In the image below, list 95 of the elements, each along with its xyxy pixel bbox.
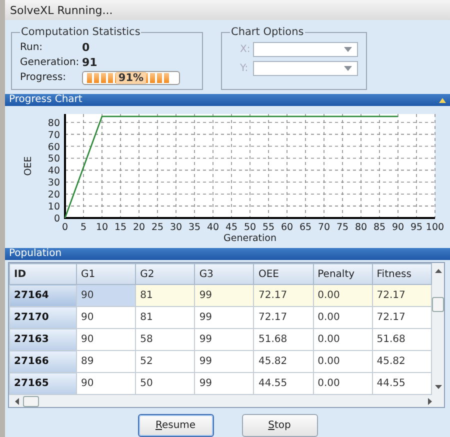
- field-value: 0: [82, 41, 90, 54]
- tick-label: 85: [373, 222, 386, 233]
- dropdown-label: Y:: [240, 63, 250, 74]
- tick-label: 70: [318, 222, 330, 233]
- table-cell: 89: [76, 350, 136, 372]
- table-cell: 58: [136, 328, 195, 350]
- action-button[interactable]: Resume: [138, 414, 214, 437]
- table-cell: 72.17: [372, 284, 432, 306]
- tick-label: 0: [62, 222, 68, 233]
- scroll-left-icon[interactable]: [15, 398, 19, 404]
- table-row[interactable]: 27170 90 81 99 72.17 0.00 72.17: [10, 306, 432, 328]
- scroll-down-icon[interactable]: [434, 385, 442, 389]
- tick-label: 60: [48, 142, 60, 153]
- tick-label: 40: [48, 166, 60, 177]
- caret-icon: [344, 66, 352, 71]
- column-header[interactable]: ID: [10, 264, 76, 284]
- tick-label: 70: [48, 130, 60, 141]
- tick-label: 20: [48, 190, 60, 201]
- row-header: 27166: [10, 350, 76, 372]
- tick-label: 20: [132, 222, 146, 233]
- column-header[interactable]: G2: [136, 264, 195, 284]
- field-label: Run:: [20, 42, 44, 53]
- section-title: Progress Chart: [9, 94, 82, 106]
- table-cell: 99: [194, 328, 254, 350]
- scroll-up-icon[interactable]: [434, 269, 442, 273]
- section-title: Population: [9, 248, 62, 260]
- table-cell: 99: [194, 306, 254, 328]
- table-cell: 45.82: [254, 350, 314, 372]
- tick-label: 60: [280, 222, 294, 233]
- tick-label: 100: [426, 222, 444, 233]
- table-cell: 52: [136, 350, 195, 372]
- tick-label: 10: [96, 222, 108, 233]
- table-cell: 81: [136, 284, 195, 306]
- collapse-icon[interactable]: [439, 98, 446, 102]
- tick-label: 50: [48, 154, 60, 165]
- column-header[interactable]: G1: [76, 264, 136, 284]
- table-cell: 99: [194, 284, 254, 306]
- table-cell: 72.17: [254, 306, 314, 328]
- dropdown-label: X:: [240, 44, 250, 55]
- horizontal-scrollbar[interactable]: [9, 395, 444, 407]
- table-row[interactable]: 27164 90 81 99 72.17 0.00 72.17: [10, 284, 432, 306]
- progress-reading: 91%: [116, 72, 146, 84]
- tick-label: 30: [48, 178, 60, 189]
- tick-label: 10: [48, 202, 60, 213]
- table-row[interactable]: 27163 90 58 99 51.68 0.00 51.68: [10, 328, 432, 350]
- tick-label: 25: [151, 222, 164, 233]
- tick-label: 5: [80, 222, 87, 233]
- tick-label: 0: [54, 214, 60, 224]
- row-header: 27163: [10, 328, 76, 350]
- tick-label: 75: [336, 222, 349, 233]
- table-cell: 90: [76, 284, 136, 306]
- tick-label: 45: [225, 222, 238, 233]
- field-value: 91: [82, 56, 98, 69]
- column-header[interactable]: OEE: [254, 264, 314, 284]
- window-title: SolveXL Running...: [10, 4, 113, 16]
- vertical-scrollbar[interactable]: [432, 263, 444, 395]
- tick-label: 40: [206, 222, 220, 233]
- field-label: Progress:: [20, 72, 68, 83]
- tick-label: 65: [299, 222, 312, 233]
- tick-label: 15: [114, 222, 127, 233]
- column-header[interactable]: Fitness: [372, 264, 432, 284]
- scroll-thumb[interactable]: [23, 396, 39, 406]
- tick-label: 80: [354, 222, 368, 233]
- tick-label: 35: [188, 222, 201, 233]
- tick-label: 50: [244, 222, 256, 233]
- table-cell: 90: [76, 328, 136, 350]
- axis-title: Generation: [224, 233, 276, 244]
- column-header[interactable]: G3: [194, 264, 254, 284]
- scroll-right-icon[interactable]: [428, 398, 432, 404]
- table-row[interactable]: 27166 89 52 99 45.82 0.00 45.82: [10, 350, 432, 372]
- action-button[interactable]: Stop: [242, 414, 318, 437]
- tick-label: 80: [48, 118, 60, 129]
- caret-icon: [344, 47, 352, 52]
- tick-label: 95: [410, 222, 423, 233]
- table-cell: 0.00: [313, 350, 372, 372]
- table-cell: 51.68: [254, 328, 314, 350]
- tick-label: 30: [170, 222, 182, 233]
- table-cell: 90: [76, 306, 136, 328]
- table-cell: 81: [136, 306, 195, 328]
- axis-title: OEE: [23, 156, 34, 176]
- table-cell: 99: [194, 350, 254, 372]
- column-header[interactable]: Penalty: [313, 264, 372, 284]
- row-header: 27164: [10, 284, 76, 306]
- table-cell: 0.00: [313, 306, 372, 328]
- table-cell: 0.00: [313, 284, 372, 306]
- row-header: 27170: [10, 306, 76, 328]
- field-label: Generation:: [20, 57, 80, 68]
- group-title: Chart Options: [230, 26, 305, 38]
- table-cell: 72.17: [254, 284, 314, 306]
- group-title: Computation Statistics: [20, 26, 142, 38]
- table-cell: 0.00: [313, 328, 372, 350]
- tick-label: 55: [262, 222, 275, 233]
- row-header: 27165: [10, 372, 76, 394]
- scroll-thumb[interactable]: [432, 296, 444, 312]
- tick-label: 90: [392, 222, 404, 233]
